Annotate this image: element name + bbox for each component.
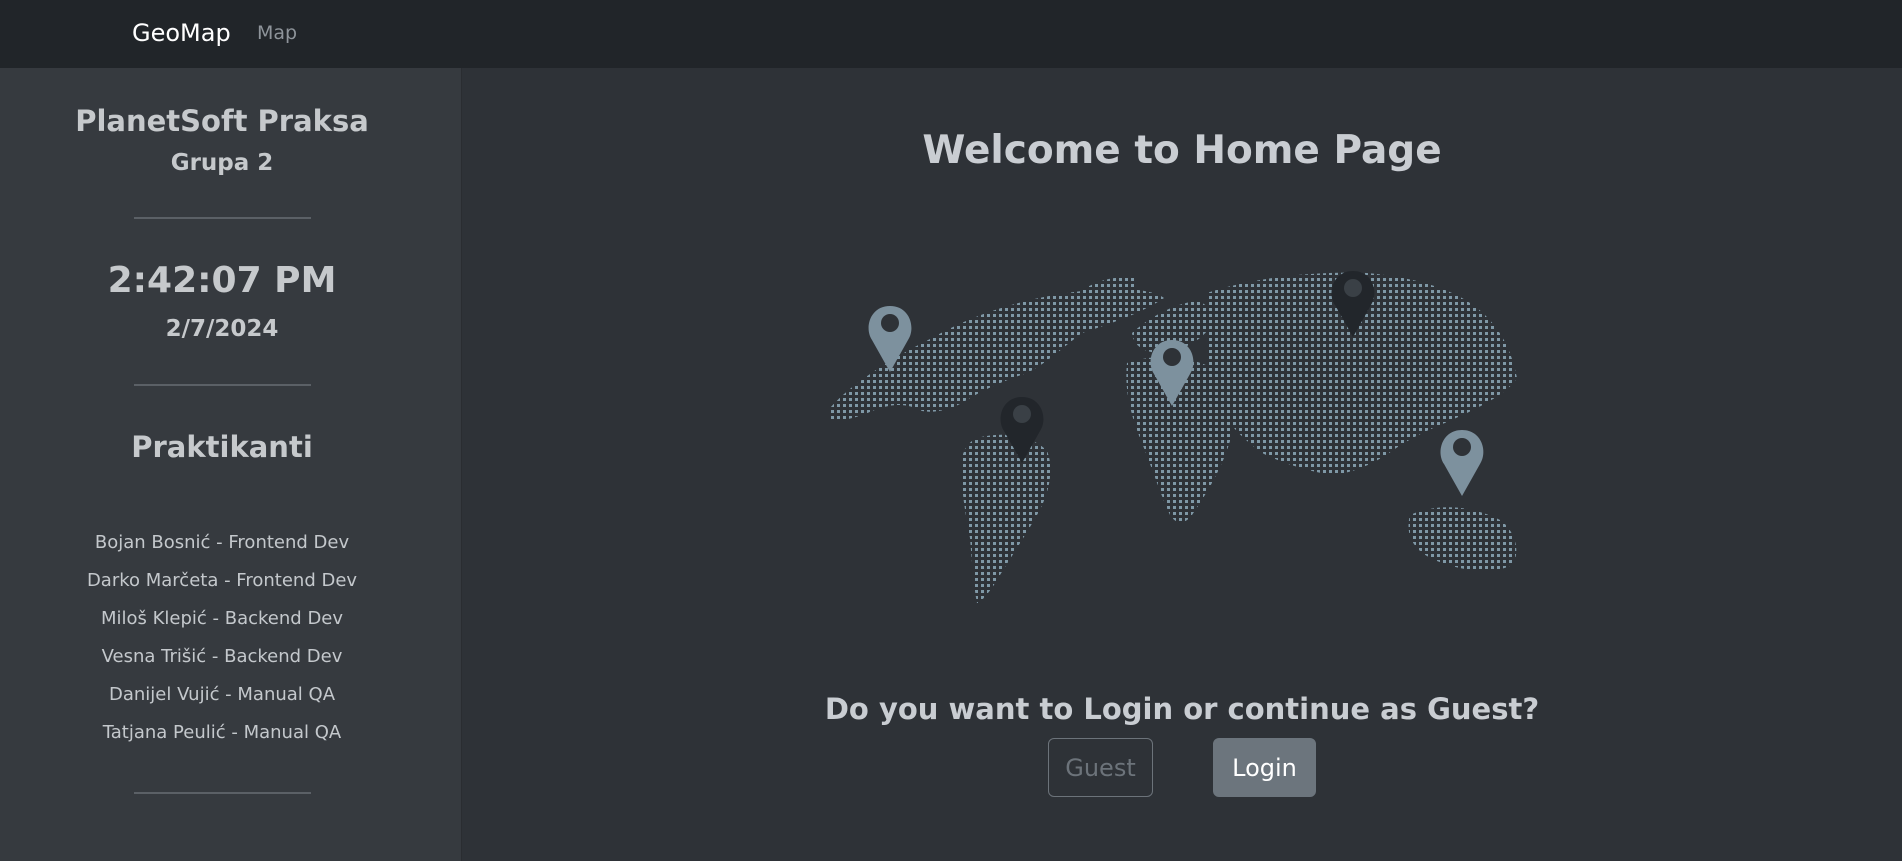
members-heading: Praktikanti <box>131 430 313 464</box>
continent-south-america <box>961 434 1051 603</box>
member-item: Tatjana Peulić - Manual QA <box>102 722 342 743</box>
guest-button[interactable]: Guest <box>1048 738 1153 797</box>
member-item: Darko Marčeta - Frontend Dev <box>86 570 358 591</box>
nav-link-map[interactable]: Map <box>257 22 297 44</box>
members-list: Bojan Bosnić - Frontend Dev Darko Marčet… <box>0 524 444 752</box>
member-item: Miloš Klepić - Backend Dev <box>100 608 344 629</box>
member-item: Bojan Bosnić - Frontend Dev <box>94 532 350 553</box>
map-pin-icon <box>1440 430 1484 496</box>
sidebar-subtitle: Grupa 2 <box>170 150 274 176</box>
brand-link[interactable]: GeoMap <box>132 19 231 47</box>
clock-date: 2/7/2024 <box>165 316 279 342</box>
page-title: Welcome to Home Page <box>922 128 1442 173</box>
clock-time: 2:42:07 PM <box>107 260 337 301</box>
divider <box>134 217 311 219</box>
divider <box>134 792 311 794</box>
login-button[interactable]: Login <box>1213 738 1316 797</box>
sidebar: PlanetSoft Praksa Grupa 2 2:42:07 PM 2/7… <box>0 68 462 861</box>
continent-australia <box>1408 507 1517 571</box>
member-item: Danijel Vujić - Manual QA <box>108 684 336 705</box>
main-content: Welcome to Home Page Do you want to Logi… <box>462 68 1902 861</box>
world-map-illustration <box>830 271 1517 603</box>
top-navbar: GeoMap Map <box>0 0 1902 68</box>
sidebar-title: PlanetSoft Praksa <box>75 104 369 138</box>
divider <box>134 384 311 386</box>
login-prompt: Do you want to Login or continue as Gues… <box>824 692 1540 726</box>
member-item: Vesna Trišić - Backend Dev <box>101 646 343 667</box>
